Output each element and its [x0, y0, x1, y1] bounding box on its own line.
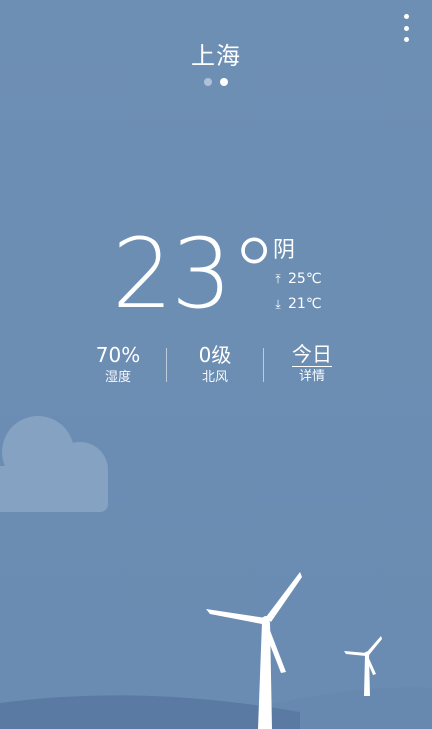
- weather-condition: 阴: [273, 238, 296, 263]
- details-label[interactable]: 详情: [264, 367, 360, 387]
- weather-stats: 70% 湿度 0级 北风 今日 详情: [70, 342, 370, 392]
- wind-value: 0级: [198, 343, 232, 367]
- wind-stat: 0级 北风: [167, 342, 263, 388]
- high-temperature-value: 25℃: [288, 271, 322, 287]
- menu-dot: [403, 14, 409, 19]
- high-temperature: ⤒ 25℃: [272, 271, 322, 287]
- wind-direction-label: 北风: [201, 370, 228, 385]
- humidity-value: 70%: [95, 343, 141, 367]
- low-temperature: ⤓ 21℃: [272, 296, 322, 312]
- weather-screen: 上海 23° 阴 ⤒ 25℃ ⤓ 21℃ 70% 湿度 0级 北风 今日 详情: [0, 0, 432, 729]
- arrow-down-icon: ⤓: [275, 296, 281, 311]
- humidity-stat: 70% 湿度: [70, 342, 166, 388]
- current-temperature: 23°: [112, 218, 278, 330]
- city-title[interactable]: 上海: [0, 36, 432, 71]
- page-indicator: [0, 78, 432, 86]
- menu-dot: [403, 25, 409, 31]
- arrow-up-icon: ⤒: [275, 271, 281, 286]
- wind-turbine-small: [344, 636, 382, 696]
- humidity-label: 湿度: [104, 370, 131, 385]
- today-link-text[interactable]: 今日: [292, 342, 332, 367]
- low-temperature-value: 21℃: [288, 296, 322, 312]
- page-dot-1[interactable]: [204, 78, 212, 86]
- today-details-link[interactable]: 今日 详情: [264, 342, 360, 387]
- page-dot-2-active[interactable]: [220, 78, 228, 86]
- cloud-illustration: [0, 416, 108, 512]
- hill-front: [0, 695, 300, 729]
